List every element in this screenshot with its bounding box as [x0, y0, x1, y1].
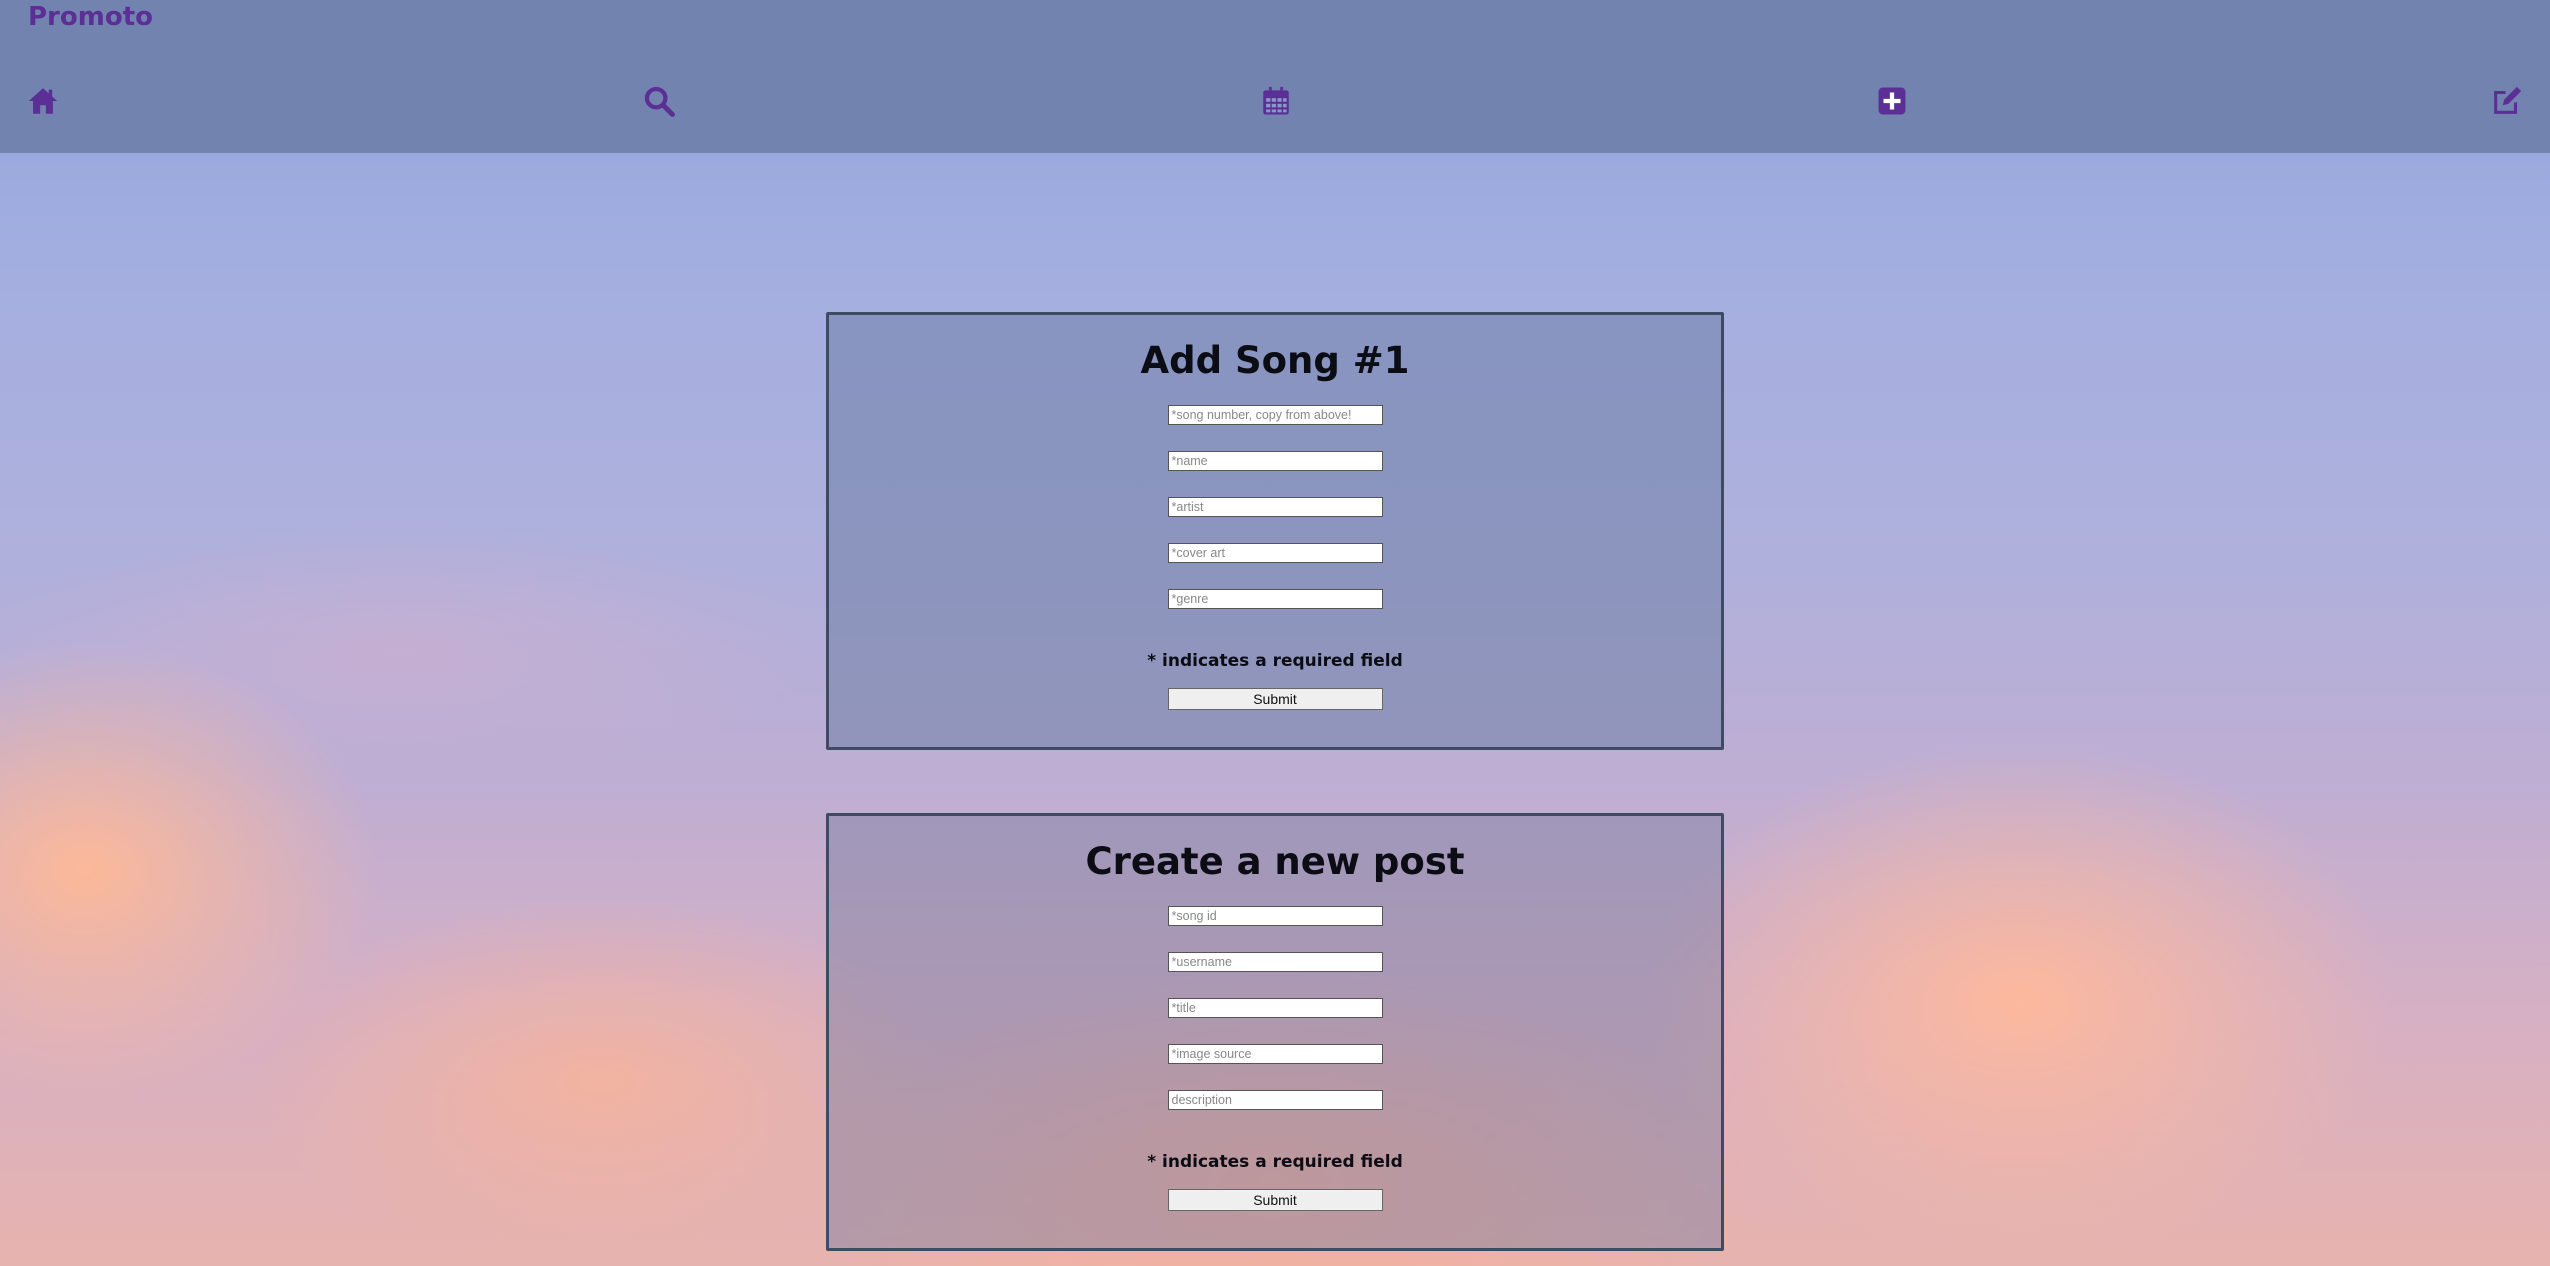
brand-logo[interactable]: Promoto	[28, 2, 153, 32]
add-song-submit-button[interactable]: Submit	[1167, 688, 1383, 710]
artist-input[interactable]	[1167, 497, 1383, 517]
edit-icon[interactable]	[2490, 84, 2524, 118]
image-source-input[interactable]	[1167, 1044, 1383, 1064]
song-number-input[interactable]	[1167, 405, 1383, 425]
description-input[interactable]	[1167, 1090, 1383, 1110]
home-icon[interactable]	[26, 84, 60, 118]
song-id-input[interactable]	[1167, 906, 1383, 926]
username-input[interactable]	[1167, 952, 1383, 972]
add-song-title: Add Song #1	[1140, 339, 1410, 382]
search-icon[interactable]	[642, 84, 676, 118]
calendar-icon[interactable]	[1259, 84, 1293, 118]
name-input[interactable]	[1167, 451, 1383, 471]
create-post-submit-button[interactable]: Submit	[1167, 1189, 1383, 1211]
add-song-form: Add Song #1 * indicates a required field…	[826, 312, 1724, 750]
create-post-form: Create a new post * indicates a required…	[826, 813, 1724, 1251]
required-field-note: * indicates a required field	[1147, 1152, 1403, 1172]
create-post-title: Create a new post	[1085, 840, 1465, 883]
required-field-note: * indicates a required field	[1147, 651, 1403, 671]
top-navigation-bar: Promoto	[0, 0, 2550, 153]
post-title-input[interactable]	[1167, 998, 1383, 1018]
plus-square-icon[interactable]	[1875, 84, 1909, 118]
cover-art-input[interactable]	[1167, 543, 1383, 563]
genre-input[interactable]	[1167, 589, 1383, 609]
